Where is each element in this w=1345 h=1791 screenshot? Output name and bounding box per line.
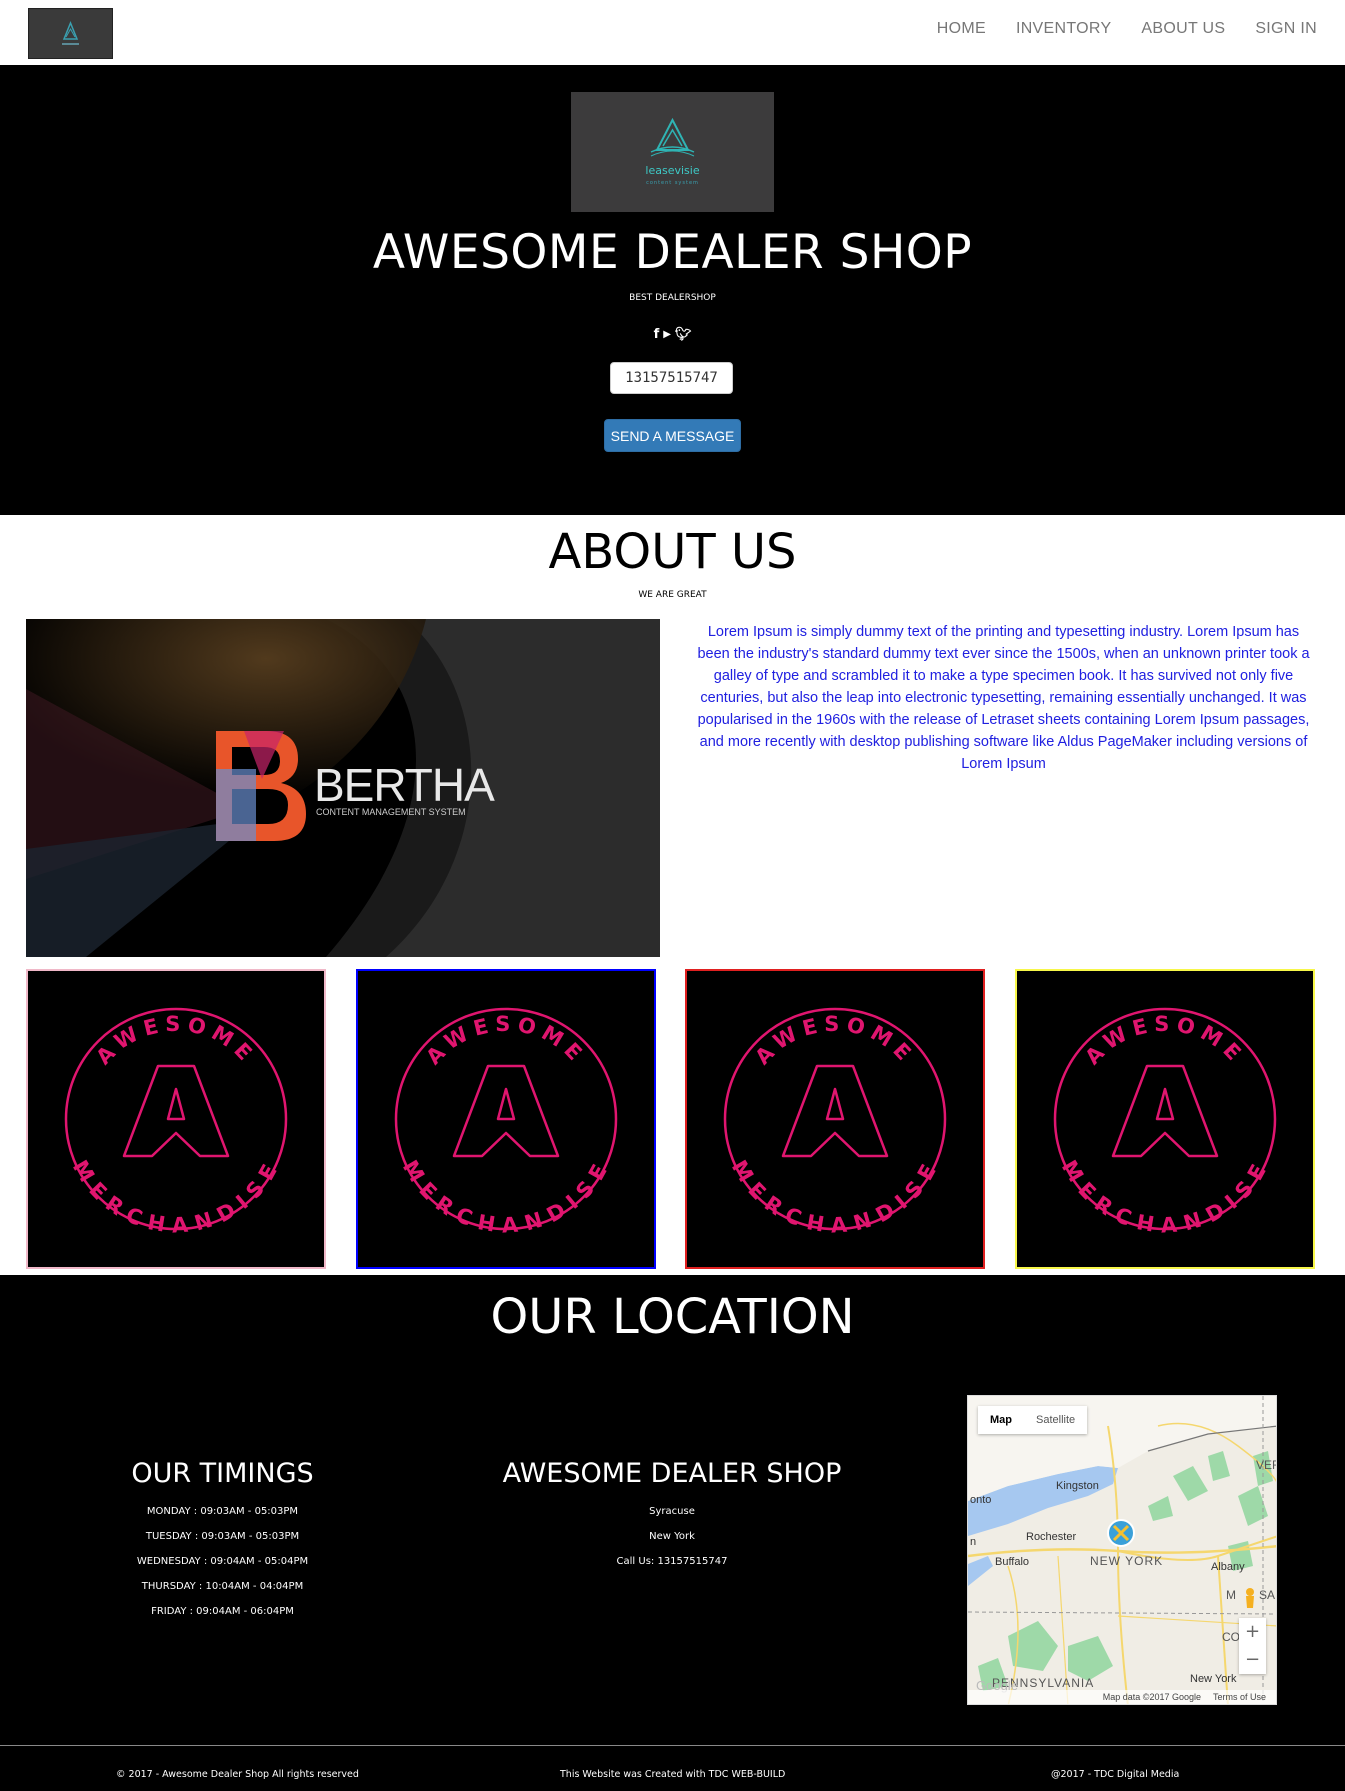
merch-top-text: AWESOME — [750, 1012, 919, 1069]
map-label: New York — [1190, 1673, 1237, 1685]
about-description: Lorem Ipsum is simply dummy text of the … — [697, 624, 1310, 772]
timing-item: MONDAY : 09:03AM - 05:03PM — [146, 1506, 299, 1517]
location-section: OUR LOCATION OUR TIMINGS MONDAY : 09:03A… — [0, 1275, 1345, 1745]
facebook-icon[interactable]: f — [654, 327, 660, 343]
awesome-merch-emblem-icon: AWESOME MERCHANDISE — [64, 1007, 288, 1238]
send-message-button[interactable]: SEND A MESSAGE — [604, 419, 741, 452]
map-label: onto — [970, 1494, 992, 1506]
merch-top-text: AWESOME — [91, 1012, 260, 1069]
svg-text:content system: content system — [646, 180, 699, 186]
map-label: Albany — [1211, 1561, 1245, 1573]
awesome-merch-emblem-icon: AWESOME MERCHANDISE — [394, 1007, 618, 1238]
zoom-in-button[interactable]: + — [1239, 1618, 1266, 1646]
map-label: Buffalo — [995, 1556, 1030, 1568]
timings-list: MONDAY : 09:03AM - 05:03PM TUESDAY : 09:… — [100, 1499, 345, 1624]
shop-title: AWESOME DEALER SHOP — [502, 1458, 842, 1489]
merch-top-text: AWESOME — [421, 1012, 590, 1069]
hero-section: leasevisie content system AWESOME DEALER… — [0, 65, 1345, 515]
map-terms-link[interactable]: Terms of Use — [1213, 1690, 1266, 1704]
merch-bottom-text: MERCHANDISE — [727, 1156, 943, 1238]
timing-item: FRIDAY : 09:04AM - 06:04PM — [151, 1606, 294, 1617]
site-logo-icon — [62, 21, 79, 45]
map-label: Kingston — [1056, 1480, 1099, 1492]
shop-state: New York — [649, 1531, 695, 1542]
awesome-merch-emblem-icon: AWESOME MERCHANDISE — [723, 1007, 947, 1238]
merch-card[interactable]: AWESOME MERCHANDISE — [1015, 969, 1315, 1269]
svg-text:CONTENT MANAGEMENT SYSTEM: CONTENT MANAGEMENT SYSTEM — [316, 807, 466, 817]
shop-phone: Call Us: 13157515747 — [616, 1556, 728, 1567]
map-label: M — [1226, 1588, 1236, 1602]
site-logo[interactable] — [28, 8, 113, 59]
map-label: NEW YORK — [1090, 1554, 1164, 1568]
map-data-credit: Map data ©2017 Google — [1102, 1692, 1201, 1702]
merch-letter-a — [1111, 1064, 1219, 1158]
map-tab-map[interactable]: Map — [978, 1406, 1024, 1434]
svg-text:leasevisie: leasevisie — [645, 164, 699, 177]
footer: © 2017 - Awesome Dealer Shop All rights … — [0, 1745, 1345, 1791]
merch-card[interactable]: AWESOME MERCHANDISE — [26, 969, 326, 1269]
footer-agency: @2017 - TDC Digital Media — [1051, 1769, 1180, 1780]
timing-item: WEDNESDAY : 09:04AM - 05:04PM — [136, 1556, 309, 1567]
merch-bottom-text: MERCHANDISE — [1057, 1156, 1273, 1238]
location-title: OUR LOCATION — [490, 1289, 855, 1345]
footer-credit: This Website was Created with TDC WEB-BU… — [560, 1769, 786, 1780]
map-zoom-controls: + − — [1239, 1618, 1266, 1674]
zoom-out-button[interactable]: − — [1239, 1646, 1266, 1674]
timings-title: OUR TIMINGS — [131, 1458, 314, 1489]
merch-letter-a — [452, 1064, 560, 1158]
hero-title: AWESOME DEALER SHOP — [372, 225, 973, 280]
merch-bottom-text: MERCHANDISE — [68, 1156, 284, 1238]
hero-subtitle: BEST DEALERSHOP — [629, 293, 716, 303]
merch-letter-a — [781, 1064, 889, 1158]
about-title: ABOUT US — [548, 524, 797, 580]
twitter-icon[interactable]: 🐦︎ — [675, 327, 692, 343]
merch-bottom-text: MERCHANDISE — [398, 1156, 614, 1238]
timing-item: THURSDAY : 10:04AM - 04:04PM — [141, 1581, 304, 1592]
nav-about-us[interactable]: ABOUT US — [1141, 20, 1225, 38]
merch-top-text: AWESOME — [1080, 1012, 1249, 1069]
map-label: VER — [1256, 1458, 1276, 1472]
leasevisie-logo-icon: leasevisie content system — [645, 117, 700, 186]
location-map[interactable]: Map Satellite Kingston Rochester Buffalo… — [967, 1395, 1277, 1705]
youtube-icon[interactable]: ▶ — [663, 327, 671, 343]
shop-address: Syracuse New York Call Us: 13157515747 — [472, 1499, 872, 1574]
map-tiles — [968, 1396, 1276, 1704]
map-type-tabs: Map Satellite — [978, 1406, 1088, 1434]
phone-number: 13157515747 — [610, 362, 733, 394]
bertha-banner-image: BERTHA CONTENT MANAGEMENT SYSTEM — [26, 619, 660, 957]
navbar: HOME INVENTORY ABOUT US SIGN IN — [0, 0, 1345, 66]
merch-card[interactable]: AWESOME MERCHANDISE — [685, 969, 985, 1269]
timing-item: TUESDAY : 09:03AM - 05:03PM — [145, 1531, 300, 1542]
about-image: BERTHA CONTENT MANAGEMENT SYSTEM — [26, 619, 660, 957]
hero-logo: leasevisie content system — [571, 92, 774, 212]
nav-home[interactable]: HOME — [937, 20, 986, 38]
merch-letter-a — [122, 1064, 230, 1158]
social-links: f ▶ 🐦︎ — [0, 327, 1345, 343]
map-tab-satellite[interactable]: Satellite — [1024, 1406, 1087, 1434]
nav-links: HOME INVENTORY ABOUT US SIGN IN — [937, 0, 1317, 57]
footer-copyright: © 2017 - Awesome Dealer Shop All rights … — [116, 1769, 359, 1780]
nav-sign-in[interactable]: SIGN IN — [1255, 20, 1317, 38]
merch-card[interactable]: AWESOME MERCHANDISE — [356, 969, 656, 1269]
about-subtitle: WE ARE GREAT — [638, 590, 707, 600]
map-attribution: Map data ©2017 Google Terms of Use — [968, 1690, 1276, 1704]
map-label: n — [970, 1536, 977, 1548]
shop-city: Syracuse — [649, 1506, 695, 1517]
nav-inventory[interactable]: INVENTORY — [1016, 20, 1111, 38]
awesome-merch-emblem-icon: AWESOME MERCHANDISE — [1053, 1007, 1277, 1238]
svg-text:BERTHA: BERTHA — [314, 759, 495, 811]
map-label: Rochester — [1026, 1531, 1077, 1543]
map-label: CO — [1222, 1630, 1240, 1644]
map-label: SA — [1259, 1588, 1276, 1602]
